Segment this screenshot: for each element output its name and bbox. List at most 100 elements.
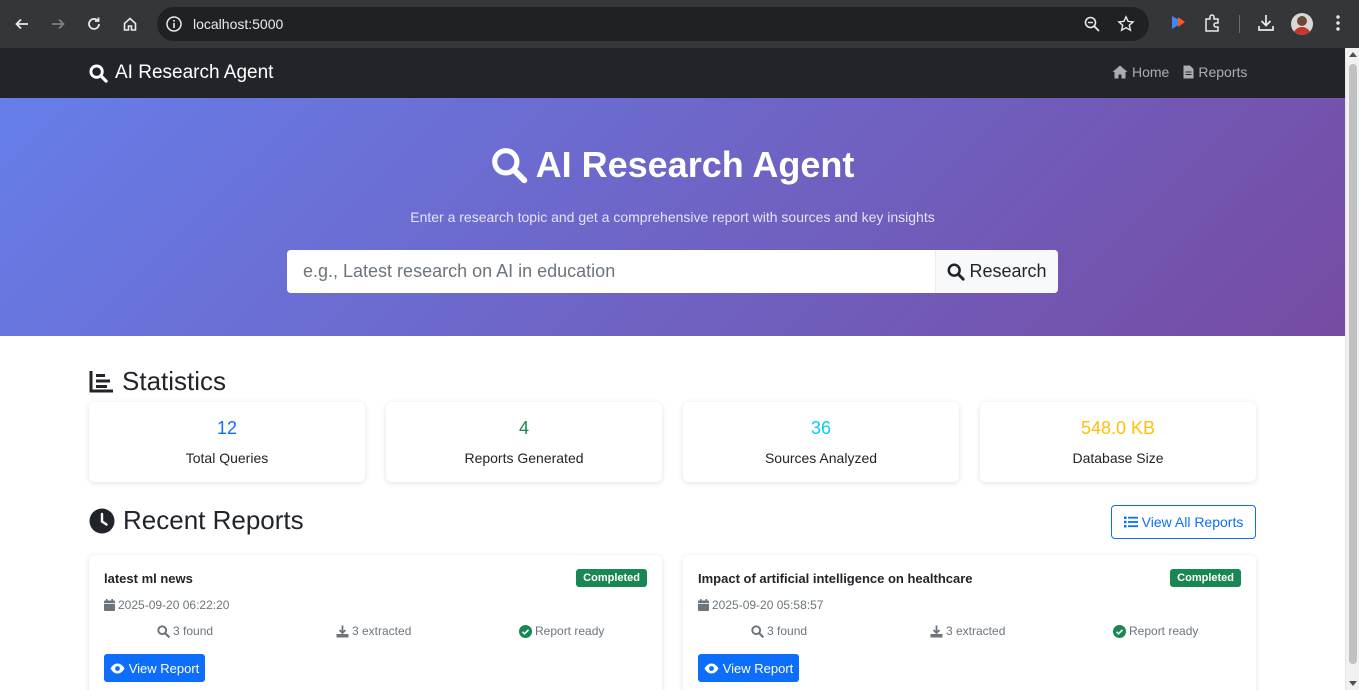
stat-label: Sources Analyzed (764, 450, 878, 466)
status-badge: Completed (576, 569, 647, 587)
search-icon (157, 624, 170, 638)
stat-label: Database Size (1072, 450, 1164, 466)
view-report-button[interactable]: View Report (104, 654, 205, 682)
hero-section: AI Research Agent Enter a research topic… (0, 98, 1345, 336)
view-all-reports-button[interactable]: View All Reports (1111, 505, 1256, 539)
sources-extracted: 3 extracted (336, 624, 411, 638)
search-icon (751, 624, 764, 638)
reload-icon (88, 17, 100, 30)
extension-icon[interactable] (1168, 12, 1188, 34)
calendar-icon (698, 599, 709, 611)
stat-label: Reports Generated (464, 450, 584, 466)
report-date-text: 2025-09-20 05:58:57 (712, 598, 824, 612)
sources-extracted-text: 3 extracted (352, 624, 412, 638)
research-topic-input[interactable] (287, 250, 935, 293)
eye-icon (704, 663, 719, 673)
back-button[interactable] (8, 10, 36, 38)
puzzle-extensions-icon[interactable] (1203, 12, 1223, 34)
download-icon[interactable] (1256, 12, 1276, 34)
statistics-heading: Statistics (89, 366, 226, 397)
report-ready: Report ready (519, 624, 604, 638)
stat-value: 548.0 KB (1080, 418, 1156, 438)
more-menu-icon[interactable] (1328, 12, 1348, 34)
profile-avatar[interactable] (1291, 13, 1313, 35)
stat-card-sources-analyzed: 36 Sources Analyzed (683, 402, 959, 482)
status-badge: Completed (1170, 569, 1241, 587)
scrollbar-thumb[interactable] (1349, 64, 1357, 664)
view-report-label: View Report (128, 660, 200, 676)
research-search-form: Research (287, 250, 1058, 293)
bookmark-star-icon[interactable] (1117, 15, 1135, 33)
stat-card-database-size: 548.0 KB Database Size (980, 402, 1256, 482)
hero-title-text: AI Research Agent (535, 144, 855, 185)
scroll-up-arrow[interactable] (1349, 52, 1357, 57)
report-card: latest ml news Completed 2025-09-20 06:2… (89, 555, 662, 690)
research-button[interactable]: Research (935, 250, 1058, 293)
report-title: latest ml news (104, 571, 193, 586)
file-icon (1183, 65, 1194, 79)
report-ready-text: Report ready (1129, 624, 1199, 638)
home-icon (1112, 65, 1128, 79)
eye-icon (110, 663, 125, 673)
report-ready-text: Report ready (535, 624, 605, 638)
view-report-button[interactable]: View Report (698, 654, 799, 682)
page-scrollbar[interactable] (1345, 48, 1359, 690)
site-info-icon[interactable] (165, 15, 183, 33)
home-button[interactable] (116, 10, 144, 38)
toolbar-divider (1239, 15, 1240, 33)
forward-button[interactable] (44, 10, 72, 38)
check-circle-icon (519, 624, 532, 638)
house-icon (123, 17, 137, 31)
recent-reports-heading-text: Recent Reports (123, 505, 304, 535)
download-icon (930, 625, 943, 637)
url-text[interactable]: localhost:5000 (193, 16, 283, 32)
app-navbar: AI Research Agent Home Reports (0, 48, 1345, 98)
statistics-heading-text: Statistics (122, 366, 227, 396)
search-icon (491, 147, 527, 183)
stat-card-reports-generated: 4 Reports Generated (386, 402, 662, 482)
sources-extracted: 3 extracted (930, 624, 1005, 638)
stat-label: Total Queries (185, 450, 269, 466)
stat-value: 12 (216, 418, 238, 438)
arrow-left-icon (15, 18, 28, 30)
scroll-down-arrow[interactable] (1349, 681, 1357, 686)
report-card: Impact of artificial intelligence on hea… (683, 555, 1256, 690)
list-icon (1123, 516, 1138, 528)
stat-value: 36 (810, 418, 832, 438)
reload-button[interactable] (80, 10, 108, 38)
brand-label: AI Research Agent (115, 62, 274, 83)
hero-subtitle: Enter a research topic and get a compreh… (410, 209, 935, 225)
browser-toolbar: localhost:5000 (0, 0, 1359, 48)
recent-reports-heading: Recent Reports (89, 505, 304, 536)
zoom-icon[interactable] (1083, 15, 1101, 33)
calendar-icon (104, 599, 115, 611)
nav-link-label: Reports (1198, 64, 1248, 80)
sources-extracted-text: 3 extracted (946, 624, 1006, 638)
search-icon (89, 63, 108, 83)
address-bar[interactable]: localhost:5000 (157, 7, 1149, 41)
report-date-text: 2025-09-20 06:22:20 (118, 598, 230, 612)
clock-icon (89, 508, 115, 533)
sources-found: 3 found (751, 624, 807, 638)
report-date: 2025-09-20 05:58:57 (698, 598, 823, 612)
sources-found-text: 3 found (173, 624, 214, 638)
nav-link-home[interactable]: Home (1112, 64, 1169, 80)
download-icon (336, 625, 349, 637)
report-title: Impact of artificial intelligence on hea… (698, 571, 973, 586)
navbar-brand[interactable]: AI Research Agent (89, 62, 273, 84)
stat-card-total-queries: 12 Total Queries (89, 402, 365, 482)
arrow-right-icon (52, 18, 65, 30)
nav-link-reports[interactable]: Reports (1183, 64, 1247, 80)
search-icon (948, 263, 966, 281)
chart-bar-icon (89, 371, 113, 393)
stat-value: 4 (518, 418, 529, 438)
view-report-label: View Report (722, 660, 794, 676)
research-button-label: Research (969, 261, 1047, 281)
sources-found: 3 found (157, 624, 213, 638)
sources-found-text: 3 found (767, 624, 808, 638)
view-all-reports-label: View All Reports (1141, 514, 1244, 530)
nav-link-label: Home (1132, 64, 1170, 80)
report-ready: Report ready (1113, 624, 1198, 638)
nav-links: Home Reports (1112, 64, 1261, 80)
report-date: 2025-09-20 06:22:20 (104, 598, 229, 612)
